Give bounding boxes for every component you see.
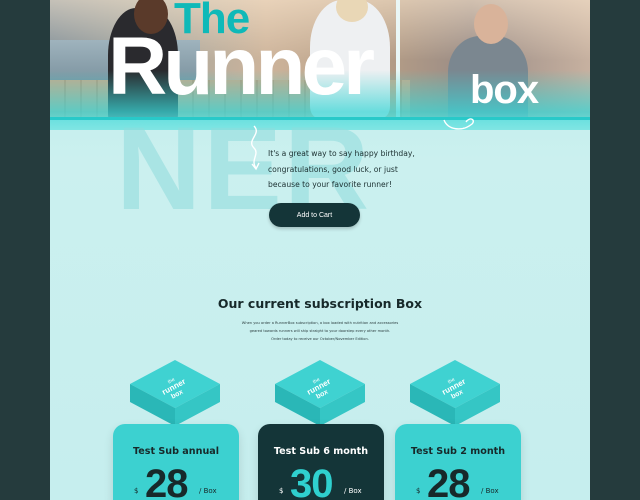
product-box-image: the runner box	[410, 360, 500, 426]
plan-price: 30	[290, 462, 333, 500]
description-line: geared towards runners will ship straigh…	[249, 328, 391, 333]
tagline-line: It's a great way to say happy birthday,	[268, 149, 415, 158]
plan-unit: / Box	[344, 487, 362, 495]
plan-name: Test Sub 6 month	[273, 446, 369, 457]
description-line: Order today to receive our October/Novem…	[271, 336, 369, 341]
swirl-arrow-icon	[251, 125, 260, 171]
product-box-image: the runner box	[275, 360, 365, 426]
landing-page: NER The Runner box It's a great way to s…	[50, 0, 590, 500]
tagline-line: congratulations, good luck, or just	[268, 164, 398, 174]
plan-price: 28	[145, 462, 188, 500]
plan-currency: $	[416, 487, 421, 495]
plan-unit: / Box	[199, 487, 217, 495]
product-box-image: the runner box	[130, 360, 220, 426]
plan-currency: $	[134, 487, 139, 495]
plan-card-6-month[interactable]: Test Sub 6 month $ 30 / Box	[258, 424, 384, 500]
plan-unit: / Box	[481, 487, 499, 495]
plan-price: 28	[427, 462, 470, 500]
tagline-line: because to your favorite runner!	[268, 180, 392, 190]
plan-name: Test Sub 2 month	[410, 446, 506, 457]
plan-currency: $	[279, 487, 284, 495]
plan-card-2-month[interactable]: Test Sub 2 month $ 28 / Box	[395, 424, 521, 500]
plan-card-annual[interactable]: Test Sub annual $ 28 / Box	[113, 424, 239, 500]
subscriptions-description: When you order a RunnerBox subscription,…	[230, 320, 410, 343]
hero-tagline: It's a great way to say happy birthday, …	[268, 146, 448, 193]
swirl-loop-icon	[443, 118, 475, 130]
subscriptions-title: Our current subscription Box	[217, 296, 423, 311]
headline-runner: Runner	[108, 21, 375, 112]
add-to-cart-button[interactable]: Add to Cart	[269, 203, 360, 227]
headline-box: box	[470, 68, 539, 112]
plan-name: Test Sub annual	[132, 446, 220, 457]
description-line: When you order a RunnerBox subscription,…	[241, 321, 399, 325]
